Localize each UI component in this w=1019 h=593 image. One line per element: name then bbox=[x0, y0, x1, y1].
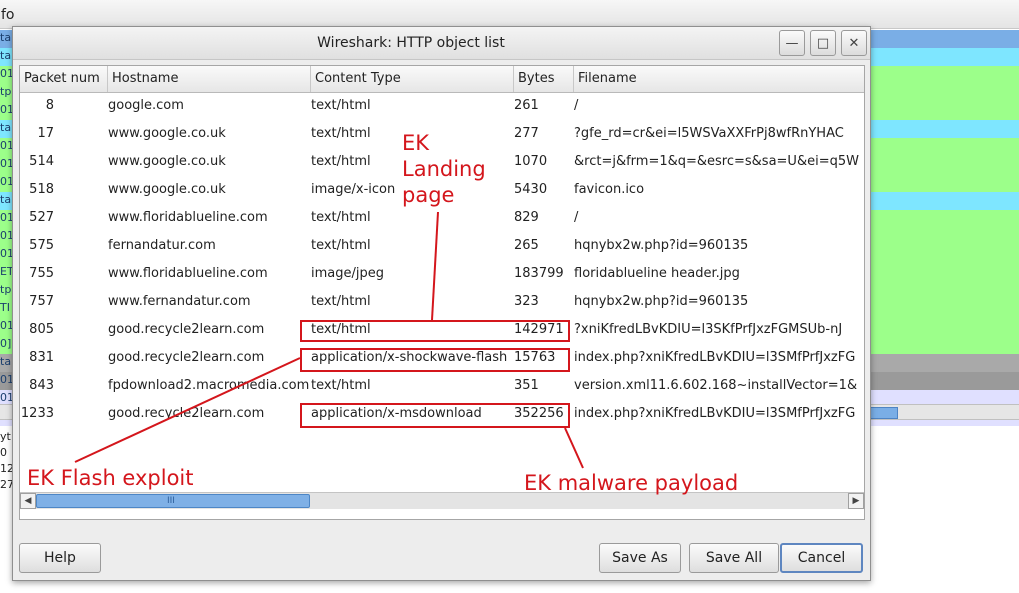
payload-arrow-line bbox=[564, 427, 584, 469]
annotation-arrows bbox=[74, 211, 584, 469]
highlight-flash-exploit bbox=[300, 348, 570, 372]
highlight-malware-payload bbox=[300, 403, 570, 428]
flash-arrow-line bbox=[74, 357, 301, 463]
landing-arrow-line bbox=[431, 211, 439, 321]
annotation-landing-line-3: page bbox=[402, 183, 455, 207]
annotation-landing-page: EK Landing page bbox=[402, 130, 486, 208]
annotation-landing-line-1: EK bbox=[402, 131, 430, 155]
highlight-landing-page bbox=[300, 320, 570, 342]
annotation-landing-line-2: Landing bbox=[402, 157, 486, 181]
annotation-flash-exploit: EK Flash exploit bbox=[27, 466, 194, 490]
annotation-malware-payload: EK malware payload bbox=[524, 471, 739, 495]
